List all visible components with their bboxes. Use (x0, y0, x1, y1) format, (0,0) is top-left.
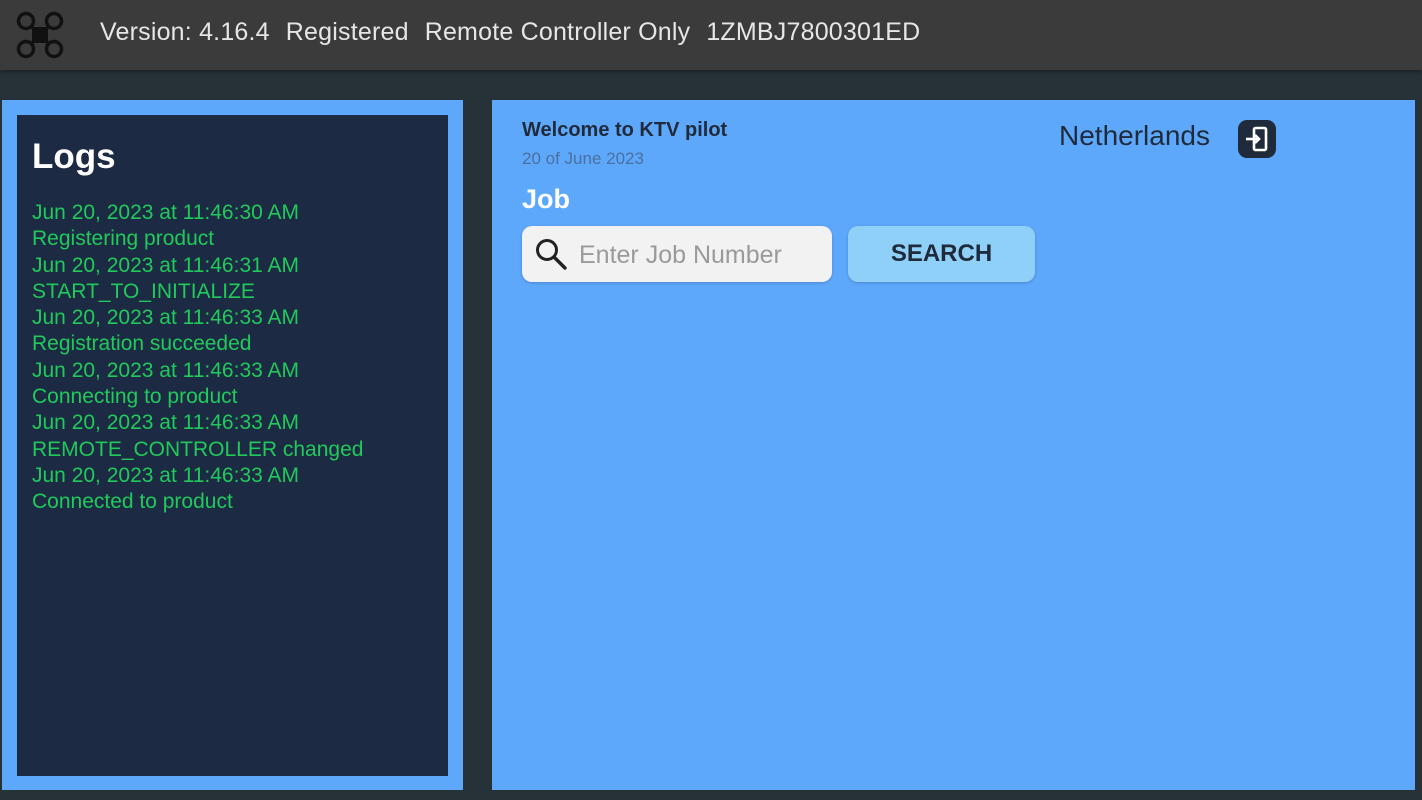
log-line: REMOTE_CONTROLLER changed (32, 437, 364, 461)
search-button[interactable]: SEARCH (848, 226, 1035, 282)
log-line: Connected to product (32, 490, 233, 514)
log-line: Jun 20, 2023 at 11:46:33 AM (32, 306, 299, 330)
connection-mode: Remote Controller Only (424, 18, 691, 46)
log-line: Registering product (32, 227, 215, 251)
log-line: Jun 20, 2023 at 11:46:33 AM (32, 411, 299, 435)
top-bar: Version: 4.16.4 Registered Remote Contro… (0, 0, 1422, 70)
job-number-input[interactable] (577, 226, 826, 284)
welcome-heading: Welcome to KTV pilot (522, 119, 728, 141)
date-text: 20 of June 2023 (522, 149, 644, 168)
log-line: Registration succeeded (32, 332, 252, 356)
country-label: Netherlands (1059, 120, 1210, 151)
logout-icon[interactable] (1237, 119, 1277, 159)
job-label: Job (522, 184, 571, 214)
registration-status: Registered (285, 18, 409, 46)
version-text: Version: 4.16.4 (100, 18, 270, 46)
log-line: Jun 20, 2023 at 11:46:33 AM (32, 463, 299, 487)
logs-list: Jun 20, 2023 at 11:46:30 AM Registering p… (32, 200, 363, 516)
logs-title: Logs (32, 137, 116, 176)
log-line: Jun 20, 2023 at 11:46:31 AM (32, 253, 299, 277)
log-line: Jun 20, 2023 at 11:46:30 AM (32, 201, 299, 224)
log-line: Jun 20, 2023 at 11:46:33 AM (32, 358, 299, 382)
main-panel: Welcome to KTV pilot 20 of June 2023 Net… (492, 100, 1415, 790)
log-line: Connecting to product (32, 385, 238, 409)
drone-icon[interactable] (15, 10, 65, 60)
search-icon (536, 239, 567, 270)
status-line: Version: 4.16.4 Registered Remote Contro… (100, 18, 920, 47)
logs-panel: Logs Jun 20, 2023 at 11:46:30 AM Register… (17, 115, 448, 776)
serial-number: 1ZMBJ7800301ED (706, 18, 921, 46)
log-line: START_TO_INITIALIZE (32, 279, 255, 303)
job-search-field[interactable] (522, 226, 832, 284)
